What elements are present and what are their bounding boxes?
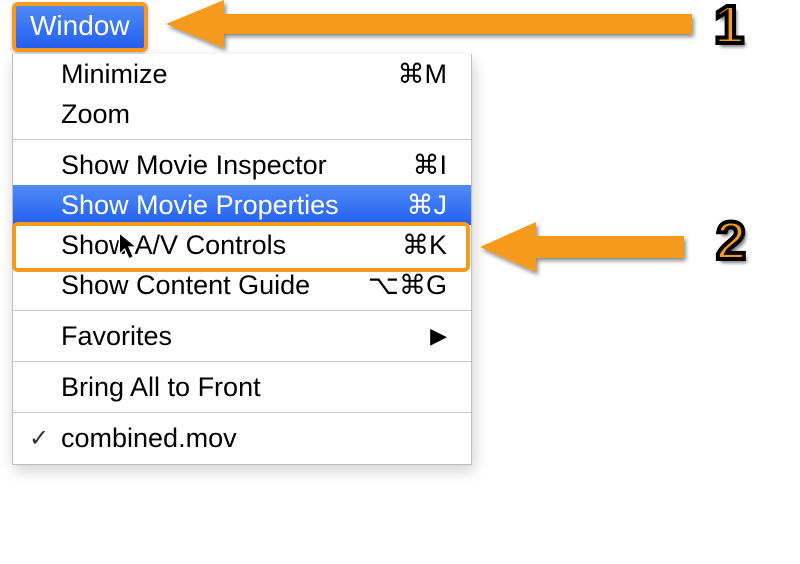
menu-item-minimize[interactable]: Minimize ⌘M xyxy=(13,54,471,94)
annotation-badge-2: 2 xyxy=(716,210,744,272)
annotation-arrow-2 xyxy=(470,214,710,284)
menubar-window-title[interactable]: Window xyxy=(12,2,148,52)
menu-item-shortcut: ⌘K xyxy=(357,230,447,261)
menu-separator xyxy=(13,139,471,140)
menu-item-label: Zoom xyxy=(61,99,357,130)
menu-item-bring-all-to-front[interactable]: Bring All to Front xyxy=(13,367,471,407)
menu-item-shortcut: ⌘I xyxy=(357,150,447,181)
window-menu-dropdown: Minimize ⌘M Zoom Show Movie Inspector ⌘I… xyxy=(12,54,472,465)
checkmark-icon: ✓ xyxy=(29,424,49,453)
menu-separator xyxy=(13,310,471,311)
menu-item-show-content-guide[interactable]: Show Content Guide ⌥⌘G xyxy=(13,265,471,305)
menu-item-label: Show Movie Inspector xyxy=(61,150,357,181)
menu-item-label: Show Content Guide xyxy=(61,270,357,301)
menu-item-favorites[interactable]: Favorites ▶ xyxy=(13,316,471,356)
annotation-arrow-1 xyxy=(150,0,710,60)
menu-item-label: Minimize xyxy=(61,59,357,90)
menu-item-show-av-controls[interactable]: Show A/V Controls ⌘K xyxy=(13,225,471,265)
menu-item-combined-mov[interactable]: ✓ combined.mov xyxy=(13,418,471,458)
menu-item-show-movie-properties[interactable]: Show Movie Properties ⌘J xyxy=(13,185,471,225)
menu-item-label: Favorites xyxy=(61,321,430,352)
menu-item-shortcut: ⌥⌘G xyxy=(357,270,447,301)
menu-item-label: Show A/V Controls xyxy=(61,230,357,261)
menu-item-show-movie-inspector[interactable]: Show Movie Inspector ⌘I xyxy=(13,145,471,185)
annotation-badge-1: 1 xyxy=(714,0,742,56)
menu-item-label: combined.mov xyxy=(61,423,447,454)
submenu-arrow-icon: ▶ xyxy=(430,323,447,349)
menu-item-shortcut: ⌘M xyxy=(357,59,447,90)
menu-separator xyxy=(13,412,471,413)
menu-item-label: Bring All to Front xyxy=(61,372,447,403)
menu-item-label: Show Movie Properties xyxy=(61,190,357,221)
menu-item-zoom[interactable]: Zoom xyxy=(13,94,471,134)
menu-item-shortcut: ⌘J xyxy=(357,190,447,221)
menu-separator xyxy=(13,361,471,362)
